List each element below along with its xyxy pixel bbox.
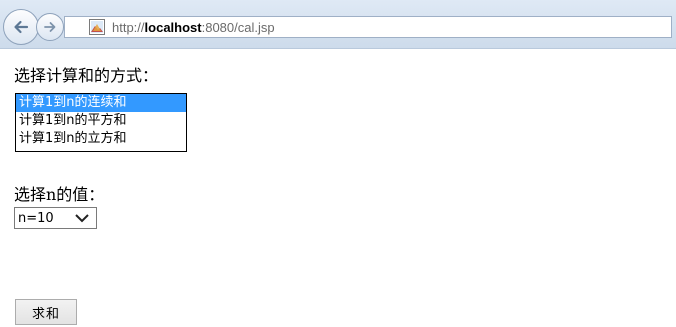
method-listbox[interactable]: 计算1到n的连续和 计算1到n的平方和 计算1到n的立方和 — [15, 93, 187, 152]
url-host: localhost — [144, 19, 202, 35]
sum-button[interactable]: 求和 — [15, 299, 77, 325]
address-bar[interactable]: http://localhost:8080/cal.jsp — [64, 16, 672, 38]
method-option-sum[interactable]: 计算1到n的连续和 — [16, 94, 186, 112]
arrow-right-icon — [44, 22, 56, 32]
url-text: http://localhost:8080/cal.jsp — [112, 19, 275, 35]
method-label: 选择计算和的方式： — [14, 66, 159, 85]
method-option-cube-sum[interactable]: 计算1到n的立方和 — [16, 130, 186, 148]
browser-toolbar: http://localhost:8080/cal.jsp — [0, 0, 676, 49]
forward-button[interactable] — [36, 13, 64, 41]
method-option-square-sum[interactable]: 计算1到n的平方和 — [16, 112, 186, 130]
back-button[interactable] — [3, 9, 39, 45]
n-select[interactable]: n=10 — [14, 207, 97, 229]
page-image-icon — [89, 19, 105, 35]
n-label: 选择n的值： — [14, 185, 105, 204]
arrow-left-icon — [14, 20, 29, 34]
chevron-down-icon — [75, 214, 89, 223]
n-select-value: n=10 — [18, 210, 54, 226]
